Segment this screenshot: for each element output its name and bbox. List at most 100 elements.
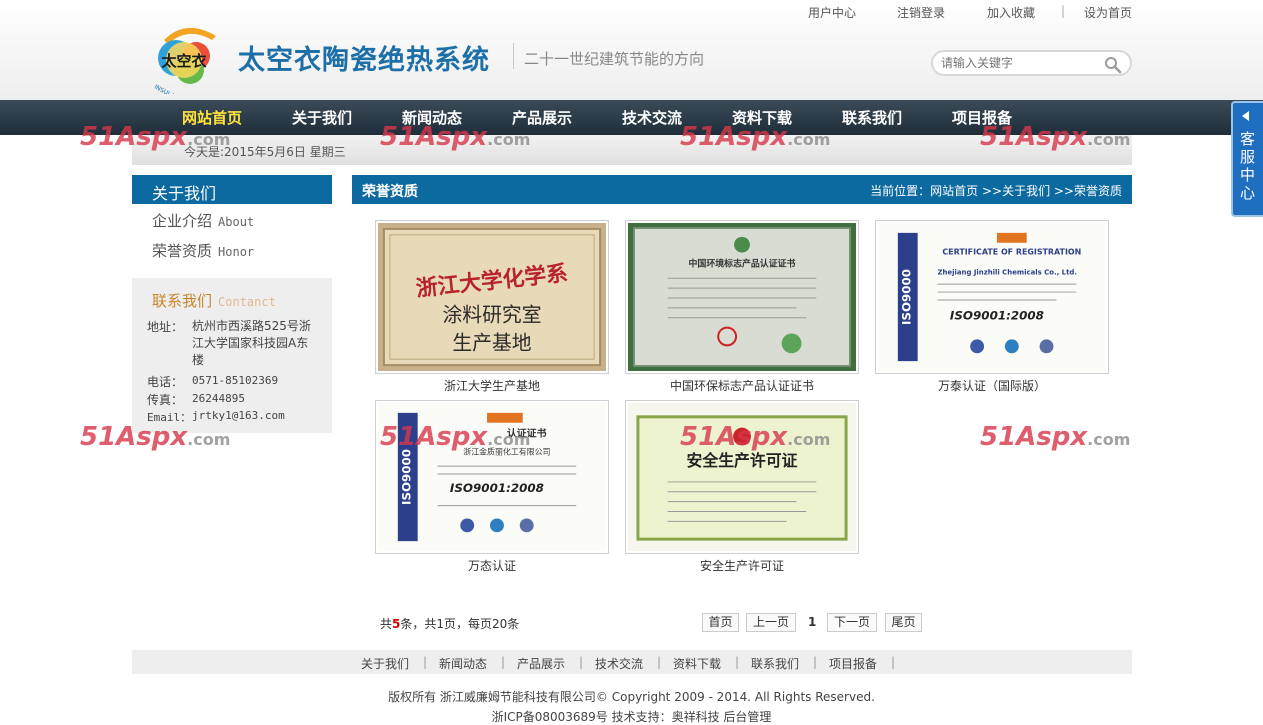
contact-box: 联系我们 Contanct 地址： 杭州市西溪路525号浙江大学国家科技园A东楼 … — [132, 278, 332, 433]
content-title: 荣誉资质 — [362, 184, 418, 200]
honor-caption[interactable]: 中国环保标志产品认证证书 — [625, 377, 859, 394]
cert-company: 浙江金质丽化工有限公司 — [463, 446, 550, 456]
add-favorite-link[interactable]: 加入收藏 — [987, 4, 1035, 21]
honor-thumb-env-cert[interactable]: 中国环境标志产品认证证书 — [625, 220, 859, 374]
nav-downloads[interactable]: 资料下载 — [732, 107, 792, 128]
prev-page-button[interactable]: 上一页 — [746, 613, 796, 632]
footer-separator: | — [501, 655, 506, 669]
fax-label: 传真： — [147, 393, 184, 407]
search-input[interactable] — [941, 55, 1101, 71]
phone-label: 电话： — [147, 375, 184, 389]
footer-nav: 关于我们 | 新闻动态 | 产品展示 | 技术交流 | 资料下载 | 联系我们 … — [132, 650, 1132, 674]
first-page-button[interactable]: 首页 — [702, 613, 739, 632]
search-icon[interactable] — [1104, 56, 1122, 74]
site-title: 太空衣陶瓷绝热系统 — [238, 45, 490, 76]
date-bar: 今天是:2015年5月6日 星期三 — [132, 135, 1132, 165]
footer-link-about[interactable]: 关于我们 — [361, 655, 409, 672]
footer-link-products[interactable]: 产品展示 — [517, 655, 565, 672]
contact-title: 联系我们 Contanct — [152, 290, 276, 311]
honor-caption[interactable]: 安全生产许可证 — [625, 557, 859, 574]
search-box — [931, 50, 1132, 76]
email-label: Email： — [147, 411, 192, 424]
sidebar-item-about[interactable]: 企业介绍 About — [152, 210, 254, 231]
plaque-text-2: 涂料研究室 — [442, 304, 541, 327]
sidebar-item-label: 企业介绍 — [152, 212, 213, 230]
phone-value: 0571-85102369 — [192, 374, 279, 387]
copyright: 版权所有 浙江威廉姆节能科技有限公司© Copyright 2009 - 201… — [388, 690, 875, 704]
last-page-button[interactable]: 尾页 — [885, 613, 922, 632]
cert-iso: ISO9001:2008 — [950, 309, 1044, 323]
footer-separator: | — [657, 655, 662, 669]
sidebar-title: 关于我们 — [152, 184, 217, 203]
sidebar-item-honor[interactable]: 荣誉资质 Honor — [152, 240, 254, 261]
title-divider — [513, 43, 514, 69]
cert-title: 认证证书 — [507, 427, 547, 440]
watermark: 51Aspx.com — [980, 422, 1131, 452]
main-nav: 网站首页 关于我们 新闻动态 产品展示 技术交流 资料下载 联系我们 项目报备 — [0, 100, 1263, 135]
nav-home[interactable]: 网站首页 — [182, 107, 242, 128]
logout-link[interactable]: 注销登录 — [897, 4, 945, 21]
honor-caption[interactable]: 万泰认证（国际版） — [875, 377, 1109, 394]
current-date: 今天是:2015年5月6日 星期三 — [184, 145, 346, 159]
current-page: 1 — [808, 615, 817, 629]
nav-contact[interactable]: 联系我们 — [842, 107, 902, 128]
cert-iso: ISO9001:2008 — [450, 481, 544, 495]
plaque-text-3: 生产基地 — [452, 331, 531, 354]
footer-link-news[interactable]: 新闻动态 — [439, 655, 487, 672]
logo-text: 太空衣 — [161, 52, 206, 70]
honor-thumb-wt-intl[interactable]: ISO9000 CERTIFICATE OF REGISTRATION Zhej… — [875, 220, 1109, 374]
footer-link-downloads[interactable]: 资料下载 — [673, 655, 721, 672]
icp-info: 浙ICP备08003689号 技术支持：奥祥科技 后台管理 — [491, 710, 772, 724]
nav-project[interactable]: 项目报备 — [952, 107, 1012, 128]
nav-news[interactable]: 新闻动态 — [402, 107, 462, 128]
count-suffix: 条，共1页，每页20条 — [400, 617, 520, 631]
footer-link-contact[interactable]: 联系我们 — [751, 655, 799, 672]
record-count: 共5条，共1页，每页20条 — [380, 615, 519, 632]
footer-separator: | — [891, 655, 896, 669]
logo-ring-text: INSULATING CERAMICS — [153, 84, 217, 94]
footer-link-project[interactable]: 项目报备 — [829, 655, 877, 672]
footer-separator: | — [579, 655, 584, 669]
honor-caption[interactable]: 浙江大学生产基地 — [375, 377, 609, 394]
footer-separator: | — [735, 655, 740, 669]
footer-link-tech[interactable]: 技术交流 — [595, 655, 643, 672]
customer-service-tab[interactable]: 客服中心 — [1231, 101, 1263, 217]
sidebar-header: 关于我们 — [132, 175, 332, 204]
iso-side-text: ISO9000 — [400, 449, 414, 505]
arrow-left-icon — [1242, 111, 1249, 121]
service-tab-label: 客服中心 — [1240, 130, 1256, 202]
sidebar-item-label: 荣誉资质 — [152, 242, 213, 260]
count-prefix: 共 — [380, 617, 393, 631]
contact-title-cn: 联系我们 — [152, 292, 213, 310]
cert-title: 安全生产许可证 — [687, 451, 798, 470]
nav-tech[interactable]: 技术交流 — [622, 107, 682, 128]
email-value[interactable]: jrtky1@163.com — [192, 409, 285, 422]
address-value: 杭州市西溪路525号浙江大学国家科技园A东楼 — [192, 319, 311, 367]
honor-thumb-zju[interactable]: 浙江大学化学系 涂料研究室 生产基地 — [375, 220, 609, 374]
site-logo[interactable]: 太空衣 INSULATING CERAMICS — [146, 18, 226, 122]
footer-separator: | — [813, 655, 818, 669]
set-homepage-link[interactable]: 设为首页 — [1084, 4, 1132, 21]
page: 用户中心 注销登录 加入收藏 | 设为首页 太空衣 INSULATING CER… — [0, 0, 1263, 725]
nav-products[interactable]: 产品展示 — [512, 107, 572, 128]
cert-title: CERTIFICATE OF REGISTRATION — [942, 248, 1081, 257]
breadcrumb[interactable]: 当前位置：网站首页 >>关于我们 >>荣誉资质 — [870, 182, 1122, 199]
next-page-button[interactable]: 下一页 — [827, 613, 877, 632]
user-center-link[interactable]: 用户中心 — [808, 4, 856, 21]
sidebar-item-en: About — [218, 215, 255, 229]
honor-caption[interactable]: 万态认证 — [375, 557, 609, 574]
footer-separator: | — [423, 655, 428, 669]
cert-company: Zhejiang Jinzhili Chemicals Co., Ltd. — [937, 268, 1076, 276]
address-label: 地址： — [147, 320, 184, 334]
sidebar-item-en: Honor — [218, 245, 255, 259]
iso-side-text: ISO9000 — [900, 269, 914, 325]
nav-about[interactable]: 关于我们 — [292, 107, 352, 128]
content-header: 荣誉资质 当前位置：网站首页 >>关于我们 >>荣誉资质 — [352, 175, 1132, 204]
honor-thumb-safety[interactable]: 安全生产许可证 — [625, 400, 859, 554]
top-link-separator: | — [1061, 4, 1066, 18]
honor-thumb-wt[interactable]: ISO9000 认证证书 浙江金质丽化工有限公司 ISO9001:2008 — [375, 400, 609, 554]
site-slogan: 二十一世纪建筑节能的方向 — [524, 50, 705, 68]
fax-value: 26244895 — [192, 392, 245, 405]
contact-title-en: Contanct — [218, 295, 276, 309]
cert-title: 中国环境标志产品认证证书 — [689, 257, 796, 269]
